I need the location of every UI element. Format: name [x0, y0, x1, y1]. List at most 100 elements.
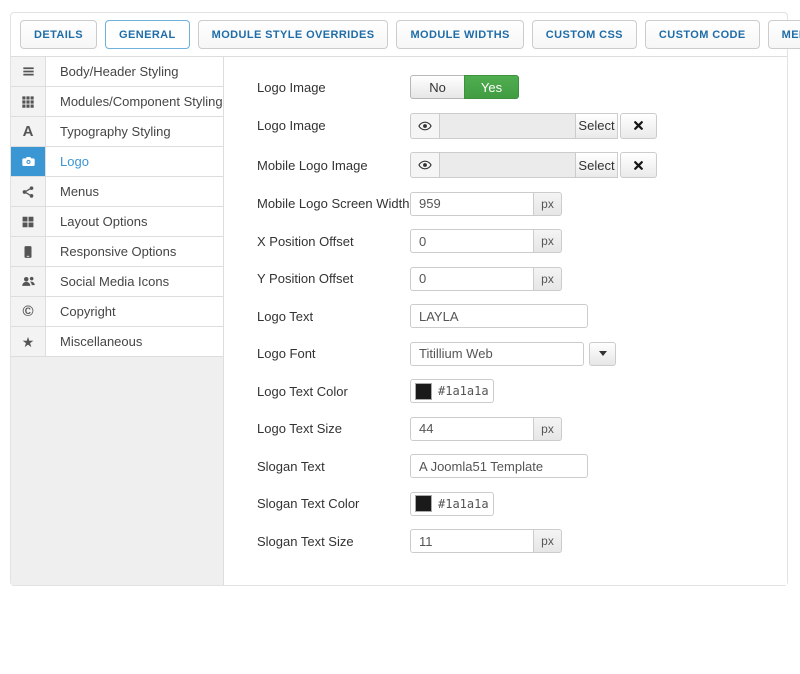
eye-icon [418, 158, 432, 172]
unit-addon: px [534, 417, 562, 441]
color-value: #1a1a1a [438, 384, 489, 398]
font-icon: A [11, 117, 46, 146]
logo-image-select-button[interactable]: Select [576, 113, 618, 139]
mobile-logo-path-input [440, 152, 576, 178]
sidebar-item-menus[interactable]: Menus [11, 177, 223, 207]
logo-font-group [410, 342, 616, 366]
field-label: Logo Text [257, 309, 410, 324]
mobile-logo-select-button[interactable]: Select [576, 152, 618, 178]
form-row-logo-image-media: Logo Image Select [257, 113, 787, 139]
logo-text-size-group: px [410, 417, 562, 441]
sidebar-item-social-media-icons[interactable]: Social Media Icons [11, 267, 223, 297]
sidebar-item-label: Layout Options [46, 207, 223, 236]
logo-text-color-picker[interactable]: #1a1a1a [410, 379, 494, 403]
logo-text-input[interactable] [410, 304, 588, 328]
color-swatch [415, 495, 432, 512]
unit-addon: px [534, 192, 562, 216]
form-row-logo-text: Logo Text [257, 304, 787, 328]
mobile-logo-media-group: Select [410, 152, 657, 178]
sidebar-item-label: Miscellaneous [46, 327, 223, 356]
settings-sidebar: Body/Header Styling Modules/Component St… [11, 57, 224, 585]
tablet-icon [11, 237, 46, 266]
logo-text-size-input[interactable] [410, 417, 534, 441]
preview-button[interactable] [410, 113, 440, 139]
bars-icon [11, 57, 46, 86]
field-label: Logo Text Color [257, 384, 410, 399]
slogan-text-input[interactable] [410, 454, 588, 478]
logo-image-no-button[interactable]: No [410, 75, 465, 99]
logo-font-input[interactable] [410, 342, 584, 366]
field-label: Mobile Logo Image [257, 158, 410, 173]
form-row-logo-image-toggle: Logo Image No Yes [257, 75, 787, 99]
unit-addon: px [534, 529, 562, 553]
sidebar-item-copyright[interactable]: © Copyright [11, 297, 223, 327]
slogan-text-color-picker[interactable]: #1a1a1a [410, 492, 494, 516]
logo-image-clear-button[interactable] [620, 113, 657, 139]
sidebar-item-label: Menus [46, 177, 223, 206]
y-position-offset-input[interactable] [410, 267, 534, 291]
grid-2x2-icon [11, 207, 46, 236]
field-label: Slogan Text Size [257, 534, 410, 549]
sidebar-item-label: Typography Styling [46, 117, 223, 146]
sidebar-item-layout-options[interactable]: Layout Options [11, 207, 223, 237]
form-row-slogan-text: Slogan Text [257, 454, 787, 478]
sidebar-item-modules-component-styling[interactable]: Modules/Component Styling [11, 87, 223, 117]
unit-addon: px [534, 267, 562, 291]
field-label: X Position Offset [257, 234, 410, 249]
mobile-logo-clear-button[interactable] [620, 152, 657, 178]
sidebar-item-label: Logo [46, 147, 223, 176]
form-row-mobile-logo-screen-width: Mobile Logo Screen Width px [257, 192, 787, 216]
sidebar-item-label: Body/Header Styling [46, 57, 223, 86]
tab-bar: DETAILS GENERAL MODULE STYLE OVERRIDES M… [11, 13, 787, 57]
sidebar-item-typography-styling[interactable]: A Typography Styling [11, 117, 223, 147]
tab-general[interactable]: GENERAL [105, 20, 190, 49]
tab-custom-code[interactable]: CUSTOM CODE [645, 20, 760, 49]
field-label: Slogan Text Color [257, 496, 410, 511]
clear-x-icon [632, 159, 645, 172]
form-row-slogan-text-color: Slogan Text Color #1a1a1a [257, 492, 787, 516]
logo-font-dropdown-button[interactable] [589, 342, 616, 366]
form-row-logo-text-color: Logo Text Color #1a1a1a [257, 379, 787, 403]
sidebar-item-logo[interactable]: Logo [11, 147, 223, 177]
sidebar-item-label: Modules/Component Styling [46, 87, 223, 116]
sidebar-item-body-header-styling[interactable]: Body/Header Styling [11, 57, 223, 87]
form-row-slogan-text-size: Slogan Text Size px [257, 529, 787, 553]
y-position-offset-group: px [410, 267, 562, 291]
tab-module-style-overrides[interactable]: MODULE STYLE OVERRIDES [198, 20, 389, 49]
tab-custom-css[interactable]: CUSTOM CSS [532, 20, 637, 49]
grid-3x3-icon [11, 87, 46, 116]
chevron-down-icon [599, 351, 607, 356]
slogan-text-size-group: px [410, 529, 562, 553]
unit-addon: px [534, 229, 562, 253]
logo-image-yes-button[interactable]: Yes [464, 75, 519, 99]
field-label: Logo Image [257, 80, 410, 95]
tab-details[interactable]: DETAILS [20, 20, 97, 49]
form-row-logo-font: Logo Font [257, 342, 787, 366]
sidebar-item-responsive-options[interactable]: Responsive Options [11, 237, 223, 267]
field-label: Slogan Text [257, 459, 410, 474]
field-label: Logo Font [257, 346, 410, 361]
field-label: Logo Image [257, 118, 410, 133]
x-position-offset-group: px [410, 229, 562, 253]
form-row-x-position-offset: X Position Offset px [257, 229, 787, 253]
tab-menu-assignment[interactable]: MENU ASSIGNMENT [768, 20, 800, 49]
sidebar-item-label: Social Media Icons [46, 267, 223, 296]
form-row-y-position-offset: Y Position Offset px [257, 267, 787, 291]
eye-icon [418, 119, 432, 133]
sidebar-item-label: Copyright [46, 297, 223, 326]
logo-settings-form: Logo Image No Yes Logo Image Select [224, 57, 787, 585]
panel-body: Body/Header Styling Modules/Component St… [11, 57, 787, 585]
share-nodes-icon [11, 177, 46, 206]
logo-image-toggle: No Yes [410, 75, 519, 99]
slogan-text-size-input[interactable] [410, 529, 534, 553]
preview-button[interactable] [410, 152, 440, 178]
field-label: Mobile Logo Screen Width [257, 196, 410, 211]
form-row-mobile-logo-image-media: Mobile Logo Image Select [257, 152, 787, 178]
x-position-offset-input[interactable] [410, 229, 534, 253]
field-label: Logo Text Size [257, 421, 410, 436]
color-value: #1a1a1a [438, 497, 489, 511]
mobile-logo-screen-width-input[interactable] [410, 192, 534, 216]
copyright-icon: © [11, 297, 46, 326]
tab-module-widths[interactable]: MODULE WIDTHS [396, 20, 523, 49]
sidebar-item-miscellaneous[interactable]: ★ Miscellaneous [11, 327, 223, 357]
